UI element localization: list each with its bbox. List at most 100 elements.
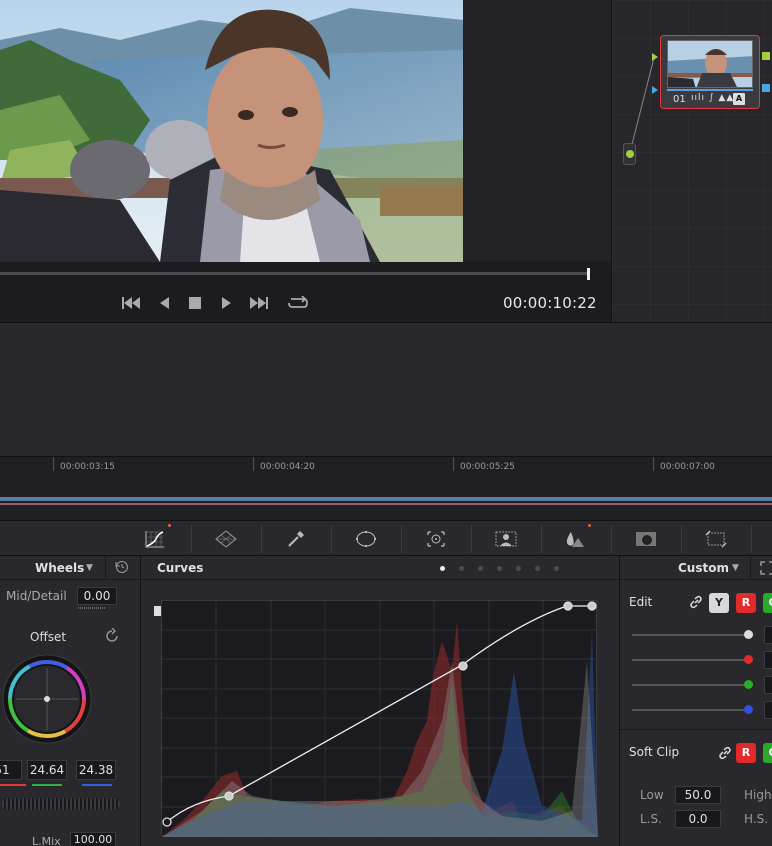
curves-page-dot-1[interactable]	[440, 566, 445, 571]
loop-button[interactable]	[287, 294, 309, 312]
offset-blue-value[interactable]: 24.38	[76, 760, 116, 780]
curves-icon[interactable]	[143, 527, 167, 551]
curves-edit-panel: Custom ▼ Edit Y R G Soft Clip	[619, 556, 772, 846]
high-label: High	[744, 788, 772, 802]
hs-label: H.S.	[744, 812, 769, 826]
lum-mix-input[interactable]: 100.00	[70, 832, 116, 846]
section-divider	[620, 729, 772, 730]
color-warper-icon[interactable]	[214, 527, 238, 551]
mid-detail-label: Mid/Detail	[6, 589, 67, 603]
curves-title: Curves	[157, 561, 204, 575]
chevron-down-icon[interactable]: ▼	[86, 563, 93, 573]
green-slider-knob[interactable]	[744, 680, 753, 689]
toolbar-divider	[681, 525, 682, 553]
node-editor[interactable]: 01 ıılı ∫ ▲▲ A	[612, 0, 772, 322]
blue-intensity-input[interactable]	[764, 701, 772, 719]
tracker-icon[interactable]	[424, 527, 448, 551]
timeline-tick	[53, 457, 54, 471]
mini-timeline[interactable]: 00:00:03:15 00:00:04:20 00:00:05:25 00:0…	[0, 456, 772, 520]
source-output-dot	[626, 150, 634, 158]
green-intensity-slider[interactable]	[632, 684, 750, 686]
color-wheels-panel: Wheels ▼ Mid/Detail 0.00 Offset 1 24.64 …	[0, 556, 141, 846]
go-to-end-button[interactable]	[248, 294, 270, 312]
toolbar-divider	[541, 525, 542, 553]
stop-button[interactable]	[184, 294, 206, 312]
low-input[interactable]: 50.0	[675, 786, 721, 804]
curves-page-dot-3[interactable]	[478, 566, 483, 571]
window-icon[interactable]	[354, 527, 378, 551]
timeline-tick	[253, 457, 254, 471]
mid-detail-slider[interactable]	[78, 607, 106, 609]
qualifier-icon[interactable]	[284, 527, 308, 551]
sizing-icon[interactable]	[704, 527, 728, 551]
toolbar-divider	[401, 525, 402, 553]
curve-editor[interactable]	[161, 600, 598, 837]
skip-forward-icon	[250, 297, 268, 309]
soft-clip-g-button[interactable]: G	[763, 743, 772, 763]
reset-all-icon[interactable]	[114, 559, 130, 579]
blue-intensity-slider[interactable]	[632, 709, 750, 711]
luma-intensity-slider[interactable]	[632, 634, 750, 636]
video-frame-image	[0, 0, 463, 262]
offset-master-jog-wheel[interactable]	[2, 798, 120, 810]
go-to-start-button[interactable]	[120, 294, 142, 312]
mid-detail-input[interactable]: 0.00	[77, 587, 117, 605]
wheels-mode-dropdown[interactable]: Wheels	[35, 561, 84, 575]
luma-slider-knob[interactable]	[744, 630, 753, 639]
play-icon	[222, 297, 231, 309]
curves-page-dot-7[interactable]	[554, 566, 559, 571]
link-icon[interactable]	[689, 594, 703, 613]
toolbar-divider	[471, 525, 472, 553]
timeline-tick	[453, 457, 454, 471]
corrector-node-01[interactable]: 01 ıılı ∫ ▲▲ A	[660, 35, 760, 109]
source-node[interactable]	[623, 143, 636, 165]
ls-input[interactable]: 0.0	[675, 810, 721, 828]
red-intensity-input[interactable]	[764, 651, 772, 669]
offset-wheel-title: Offset	[30, 630, 67, 644]
video-preview[interactable]	[0, 0, 463, 262]
luma-intensity-input[interactable]	[764, 626, 772, 644]
timeline-mark: 00:00:05:25	[460, 462, 515, 472]
reverse-play-button[interactable]	[153, 294, 175, 312]
curve-mode-dropdown[interactable]: Custom	[678, 561, 729, 575]
clip-thumbnail-area	[0, 322, 772, 456]
curves-panel: Curves	[141, 556, 619, 846]
green-intensity-input[interactable]	[764, 676, 772, 694]
expand-icon[interactable]	[760, 560, 772, 579]
offset-red-value[interactable]: 51	[0, 760, 22, 780]
stop-icon	[189, 297, 201, 309]
header-divider	[750, 556, 751, 580]
blur-icon[interactable]	[563, 527, 587, 551]
key-icon[interactable]	[634, 527, 658, 551]
edit-r-channel-button[interactable]: R	[736, 593, 756, 613]
offset-color-wheel[interactable]	[2, 654, 92, 748]
curves-page-dot-4[interactable]	[497, 566, 502, 571]
curves-page-dot-6[interactable]	[535, 566, 540, 571]
soft-clip-r-button[interactable]: R	[736, 743, 756, 763]
video-track[interactable]	[0, 497, 772, 501]
edit-g-channel-button[interactable]: G	[763, 593, 772, 613]
node-thumbnail	[667, 40, 753, 88]
red-slider-knob[interactable]	[744, 655, 753, 664]
curves-page-dot-2[interactable]	[459, 566, 464, 571]
curves-page-dot-5[interactable]	[516, 566, 521, 571]
reset-icon[interactable]	[104, 627, 120, 648]
timeline-mark: 00:00:04:20	[260, 462, 315, 472]
loop-icon	[288, 296, 308, 308]
red-intensity-slider[interactable]	[632, 659, 750, 661]
offset-green-value[interactable]: 24.64	[27, 760, 67, 780]
magic-mask-icon[interactable]	[494, 527, 518, 551]
blue-slider-knob[interactable]	[744, 705, 753, 714]
edit-y-channel-button[interactable]: Y	[709, 593, 729, 613]
scrub-bar[interactable]	[0, 272, 590, 275]
chevron-down-icon[interactable]: ▼	[732, 563, 739, 573]
audio-track[interactable]	[0, 503, 772, 505]
soft-clip-link-icon[interactable]	[718, 745, 732, 764]
playhead-handle[interactable]	[587, 268, 590, 280]
curves-header: Curves	[141, 556, 619, 580]
soft-clip-label: Soft Clip	[629, 745, 680, 759]
timeline-mark: 00:00:07:00	[660, 462, 715, 472]
play-button[interactable]	[216, 294, 238, 312]
viewer-letterbox	[463, 0, 611, 262]
timeline-mark: 00:00:03:15	[60, 462, 115, 472]
